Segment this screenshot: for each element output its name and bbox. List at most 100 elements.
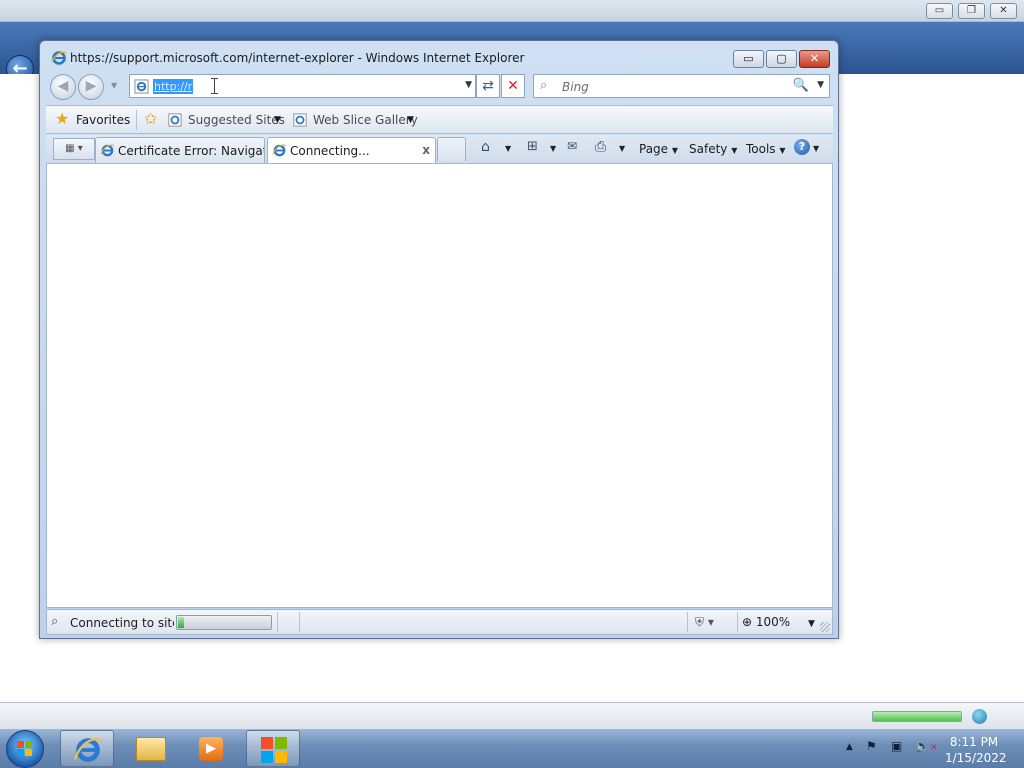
safety-menu-label: Safety (689, 142, 728, 156)
outer-titlebar: ▭ ❐ ✕ (0, 0, 1024, 22)
protected-mode-icon[interactable]: ⛨ ▾ (695, 615, 714, 630)
chevron-down-icon: ▼ (671, 146, 679, 155)
search-go-button[interactable]: 🔍 (793, 78, 809, 93)
tools-menu-label: Tools (746, 142, 776, 156)
outer-left-white (0, 74, 39, 702)
new-tab-button[interactable] (437, 137, 466, 161)
minimize-button[interactable]: ▭ (733, 50, 764, 68)
windows-logo-icon (17, 741, 33, 757)
web-slice-gallery-link[interactable]: Web Slice Gallery (313, 113, 418, 127)
clock-time: 8:11 PM (949, 735, 999, 749)
action-center-flag-icon[interactable]: ⚑ (866, 739, 877, 753)
back-button[interactable]: ◀ (50, 74, 76, 100)
tab-connecting[interactable]: Connecting... x (267, 137, 436, 164)
taskbar: ▶ ▲ ⚑ ▣ 🔈✕ 8:11 PM 1/15/2022 (0, 728, 1024, 768)
chevron-down-icon: ▼ (731, 146, 738, 155)
divider (277, 612, 278, 632)
clock-date: 1/15/2022 (945, 751, 1007, 765)
network-icon[interactable]: ▣ (891, 739, 902, 753)
taskbar-explorer[interactable] (124, 730, 178, 767)
suggested-sites-link[interactable]: Suggested Sites (188, 113, 285, 127)
tab-certificate-error[interactable]: Certificate Error: Navigati... (95, 137, 265, 163)
status-bar: ⌕ Connecting to site : ⛨ ▾ ⊕ 100% ▼ (46, 609, 833, 635)
outer-close-button[interactable]: ✕ (990, 3, 1017, 19)
chevron-down-icon[interactable]: ▼ (550, 144, 556, 153)
globe-icon (972, 709, 987, 724)
ie-logo-icon (51, 51, 67, 65)
ie-page-icon (134, 79, 149, 94)
close-button[interactable]: ✕ (799, 50, 830, 68)
zoom-level: 100% (755, 615, 791, 629)
taskbar-media-player[interactable]: ▶ (184, 730, 238, 767)
chevron-down-icon[interactable]: ▼ (505, 144, 511, 153)
ie-logo-icon (100, 144, 115, 157)
taskbar-internet-explorer[interactable] (60, 730, 114, 767)
loading-icon: ⌕ (51, 614, 59, 629)
ie-page-icon (293, 113, 307, 127)
ie-page-icon (168, 113, 182, 127)
ie-logo-icon (272, 144, 287, 157)
folder-icon (136, 737, 166, 761)
divider (737, 612, 738, 632)
print-icon[interactable]: ⎙ (595, 139, 606, 155)
search-options-dropdown[interactable]: ▼ (817, 80, 824, 90)
maximize-button[interactable]: ▢ (766, 50, 797, 68)
outer-restore-button[interactable]: ❐ (958, 3, 985, 19)
windows-logo-icon (261, 737, 287, 763)
chevron-down-icon[interactable]: ▼ (274, 115, 281, 125)
zoom-icon: ⊕ (742, 615, 753, 629)
refresh-button[interactable]: ⇄ (476, 74, 500, 98)
help-icon[interactable]: ? (794, 139, 810, 155)
divider (136, 110, 137, 130)
taskbar-windows-app[interactable] (246, 730, 300, 767)
tools-menu[interactable]: Tools ▼ (746, 142, 786, 156)
favorites-star-icon: ★ (55, 109, 70, 128)
divider (299, 612, 300, 632)
search-input[interactable]: Bing (562, 80, 589, 94)
read-mail-icon[interactable]: ✉ (567, 139, 577, 153)
feeds-icon[interactable]: ⊞ (527, 139, 538, 154)
page-progress-bar (176, 615, 272, 630)
media-player-icon: ▶ (199, 737, 223, 761)
system-clock[interactable]: 8:11 PM 1/15/2022 (945, 734, 1007, 766)
quick-tabs-button[interactable]: ▦ ▾ (53, 138, 95, 160)
chevron-down-icon: ▼ (808, 619, 815, 629)
stop-button[interactable]: ✕ (501, 74, 525, 98)
favorites-bar: ★ Favorites ✩ Suggested Sites ▼ Web Slic… (46, 105, 833, 134)
page-menu[interactable]: Page ▼ (639, 142, 678, 156)
tab-label: Certificate Error: Navigati... (118, 144, 264, 158)
tab-label: Connecting... (290, 144, 370, 158)
tab-bar: ▦ ▾ Certificate Error: Navigati... Conne… (46, 135, 833, 164)
address-dropdown[interactable]: ▼ (465, 80, 472, 90)
home-icon[interactable]: ⌂ (481, 139, 490, 155)
ie-logo-icon (73, 737, 102, 762)
chevron-down-icon[interactable]: ▼ (407, 115, 414, 125)
search-box[interactable]: ⌕ Bing 🔍 ▼ (533, 74, 830, 98)
outer-statusbar (0, 702, 1024, 728)
recent-pages-dropdown[interactable]: ▼ (111, 81, 117, 90)
page-menu-label: Page (639, 142, 669, 156)
resize-grip[interactable] (820, 622, 830, 632)
safety-menu[interactable]: Safety ▼ (689, 142, 737, 156)
zoom-control[interactable]: ⊕ 100% ▼ (742, 615, 815, 629)
outer-minimize-button[interactable]: ▭ (926, 3, 953, 19)
progress-fill (178, 617, 184, 628)
window-title: https://support.microsoft.com/internet-e… (70, 51, 525, 65)
address-input[interactable]: http://r (153, 79, 194, 94)
show-hidden-icons-button[interactable]: ▲ (846, 742, 853, 752)
favorites-button[interactable]: Favorites (76, 113, 130, 127)
add-to-favorites-icon[interactable]: ✩ (144, 109, 157, 128)
chevron-down-icon[interactable]: ▼ (619, 144, 625, 153)
text-cursor-icon (211, 78, 218, 94)
forward-button[interactable]: ▶ (78, 74, 104, 100)
search-icon: ⌕ (540, 78, 548, 93)
volume-muted-icon[interactable]: 🔈✕ (915, 739, 938, 753)
ie-window: https://support.microsoft.com/internet-e… (39, 40, 839, 639)
chevron-down-icon[interactable]: ▼ (813, 144, 819, 153)
chevron-down-icon: ▼ (779, 146, 786, 155)
start-button[interactable] (6, 730, 44, 768)
outer-right-white (839, 74, 1024, 702)
close-tab-icon[interactable]: x (422, 143, 430, 157)
outer-progress-bar (872, 711, 962, 722)
address-bar[interactable]: http://r ▼ (129, 74, 476, 98)
